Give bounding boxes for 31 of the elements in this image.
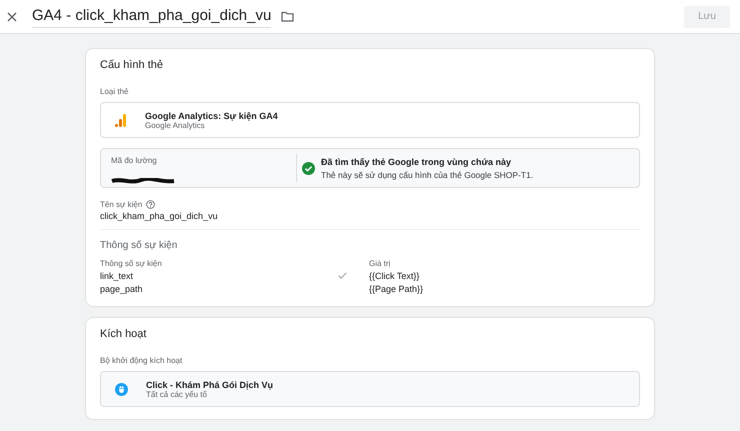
event-name-value: click_kham_pha_goi_dich_vu [100, 211, 219, 221]
help-icon[interactable] [146, 200, 156, 209]
tag-type-name: Google Analytics: Sự kiện GA4 [145, 110, 278, 120]
field-label: Loại thẻ [100, 87, 130, 96]
field-label: Bộ khởi động kích hoạt [100, 356, 184, 365]
check-icon [338, 272, 346, 278]
table-cell-text: {{Page Path}} [369, 284, 424, 294]
close-icon [7, 12, 17, 22]
table-cell-text: page_path [100, 284, 144, 294]
table-cell-text: link_text [100, 271, 134, 281]
field-label: Mã đo lường [111, 156, 158, 165]
card-title: Cấu hình thẻ [100, 59, 164, 71]
card-title: Kích hoạt [100, 328, 148, 340]
trigger-subtitle: Tất cả các yếu tố [146, 390, 208, 398]
tag-name-field[interactable]: GA4 - click_kham_pha_goi_dich_vu [32, 5, 272, 28]
column-header: Thông số sự kiện [100, 259, 163, 268]
tag-type-subtitle: Google Analytics [145, 120, 205, 130]
mouse-icon [115, 382, 128, 396]
section-title: Thông số sự kiện [100, 240, 178, 251]
folder-icon [280, 11, 294, 22]
status-title: Đã tìm thấy thẻ Google trong vùng chứa này [321, 156, 512, 166]
analytics-icon [115, 114, 127, 126]
tag-type-tile[interactable]: Google Analytics: Sự kiện GA4 Google Analytics [100, 102, 640, 138]
check-circle-icon [302, 162, 315, 174]
trigger-tile[interactable]: Click - Khám Phá Gói Dịch Vụ Tất cả các yếu tố [100, 371, 640, 407]
status-text: Thẻ này sẽ sử dụng cấu hình của thẻ Google SHOP-T1. [321, 170, 534, 180]
table-cell-text: {{Click Text}} [369, 271, 420, 281]
redaction-scribble [111, 178, 175, 184]
trigger-name: Click - Khám Phá Gói Dịch Vụ [146, 380, 274, 390]
column-header: Giá trị [369, 259, 392, 268]
field-label: Tên sự kiện [100, 200, 142, 209]
